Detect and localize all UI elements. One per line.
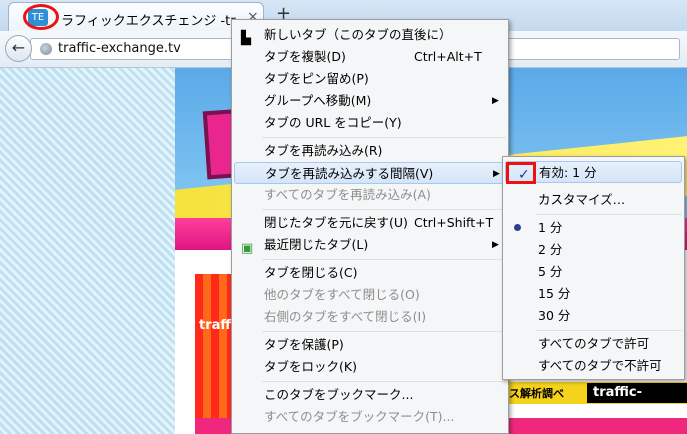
menu-item-bookmark-tab[interactable]: このタブをブックマーク... bbox=[234, 384, 506, 406]
menu-item-close-other-tabs[interactable]: 他のタブをすべて閉じる(O) bbox=[234, 284, 506, 306]
submenu-arrow-icon: ▶ bbox=[493, 169, 500, 179]
radio-selected-icon bbox=[514, 224, 521, 231]
menu-item-label: タブの URL をコピー(Y) bbox=[264, 115, 402, 130]
menu-item-label: すべてのタブをブックマーク(T)... bbox=[264, 409, 455, 424]
menu-item-undo-close-tab[interactable]: 閉じたタブを元に戻す(U) Ctrl+Shift+T bbox=[234, 212, 506, 234]
submenu-item-label: 1 分 bbox=[538, 220, 563, 235]
menu-item-label: タブを保護(P) bbox=[264, 337, 344, 352]
menu-item-shortcut: Ctrl+Alt+T bbox=[414, 49, 482, 64]
favicon-highlight-circle bbox=[23, 4, 59, 30]
tab-context-menu: ▙ 新しいタブ（このタブの直後に） タブを複製(D) Ctrl+Alt+T タブ… bbox=[231, 19, 509, 434]
checkmark-icon: ✓ bbox=[518, 167, 530, 183]
submenu-arrow-icon: ▶ bbox=[492, 240, 499, 250]
menu-item-label: このタブをブックマーク... bbox=[264, 387, 414, 402]
menu-item-reload-all-tabs[interactable]: すべてのタブを再読み込み(A) bbox=[234, 184, 506, 206]
menu-item-move-to-group[interactable]: グループへ移動(M) ▶ bbox=[234, 90, 506, 112]
submenu-item-label: すべてのタブで不許可 bbox=[538, 358, 662, 373]
browser-tab[interactable]: TE ラフィックエクスチェンジ -tr... × bbox=[8, 2, 264, 31]
url-text[interactable]: traffic-exchange.tv bbox=[58, 41, 181, 56]
submenu-item-label: 2 分 bbox=[538, 242, 563, 257]
submenu-item-label: 15 分 bbox=[538, 286, 571, 301]
submenu-item-customize[interactable]: カスタマイズ… bbox=[505, 189, 682, 211]
menu-item-close-right-tabs[interactable]: 右側のタブをすべて閉じる(I) bbox=[234, 306, 506, 328]
tab-title: ラフィックエクスチェンジ -tr... bbox=[61, 14, 241, 29]
submenu-item-label: 有効: 1 分 bbox=[539, 165, 597, 180]
menu-item-label: タブをロック(K) bbox=[264, 359, 357, 374]
submenu-item-30-min[interactable]: 30 分 bbox=[505, 305, 682, 327]
menu-item-label: 最近閉じたタブ(L) bbox=[264, 237, 369, 252]
menu-item-label: すべてのタブを再読み込み(A) bbox=[264, 187, 431, 202]
menu-item-protect-tab[interactable]: タブを保護(P) bbox=[234, 334, 506, 356]
menu-item-label: タブを複製(D) bbox=[264, 49, 346, 64]
menu-item-label: タブを再読み込み(R) bbox=[264, 143, 383, 158]
submenu-item-deny-all[interactable]: すべてのタブで不許可 bbox=[505, 355, 682, 377]
menu-separator bbox=[262, 381, 506, 382]
submenu-item-5-min[interactable]: 5 分 bbox=[505, 261, 682, 283]
submenu-item-label: 5 分 bbox=[538, 264, 563, 279]
menu-item-reload-interval[interactable]: タブを再読み込みする間隔(V) ▶ bbox=[234, 162, 506, 184]
menu-item-new-tab[interactable]: ▙ 新しいタブ（このタブの直後に） bbox=[234, 24, 506, 46]
submenu-item-label: すべてのタブで許可 bbox=[538, 336, 650, 351]
menu-item-close-tab[interactable]: タブを閉じる(C) bbox=[234, 262, 506, 284]
submenu-separator bbox=[536, 330, 682, 331]
recent-closed-icon: ▣ bbox=[241, 241, 254, 256]
menu-item-duplicate-tab[interactable]: タブを複製(D) Ctrl+Alt+T bbox=[234, 46, 506, 68]
menu-separator bbox=[262, 331, 506, 332]
submenu-item-enabled[interactable]: ✓ 有効: 1 分 bbox=[505, 161, 682, 184]
menu-item-label: タブを再読み込みする間隔(V) bbox=[265, 166, 434, 181]
submenu-item-1-min[interactable]: 1 分 bbox=[505, 217, 682, 239]
analysis-bar: ス解析調べ traffic-exchang bbox=[505, 382, 687, 420]
menu-item-shortcut: Ctrl+Shift+T bbox=[414, 215, 494, 230]
submenu-item-15-min[interactable]: 15 分 bbox=[505, 283, 682, 305]
menu-item-label: 他のタブをすべて閉じる(O) bbox=[264, 287, 420, 302]
menu-item-label: 閉じたタブを元に戻す(U) bbox=[264, 215, 408, 230]
menu-item-label: 新しいタブ（このタブの直後に） bbox=[264, 27, 452, 42]
menu-item-copy-url[interactable]: タブの URL をコピー(Y) bbox=[234, 112, 506, 134]
analysis-label: ス解析調べ bbox=[509, 387, 564, 400]
menu-item-lock-tab[interactable]: タブをロック(K) bbox=[234, 356, 506, 378]
submenu-separator bbox=[536, 214, 682, 215]
menu-item-label: タブをピン留め(P) bbox=[264, 71, 369, 86]
menu-item-label: タブを閉じる(C) bbox=[264, 265, 358, 280]
exchange-link[interactable]: traffic-exchang bbox=[587, 383, 687, 420]
submenu-item-label: カスタマイズ… bbox=[538, 192, 626, 207]
back-button[interactable]: ← bbox=[5, 35, 32, 62]
menu-item-label: 右側のタブをすべて閉じる(I) bbox=[264, 309, 427, 324]
submenu-arrow-icon: ▶ bbox=[492, 96, 499, 106]
menu-item-label: グループへ移動(M) bbox=[264, 93, 372, 108]
menu-separator bbox=[262, 209, 506, 210]
menu-separator bbox=[262, 259, 506, 260]
check-highlight-box: ✓ bbox=[506, 162, 536, 184]
submenu-item-allow-all[interactable]: すべてのタブで許可 bbox=[505, 333, 682, 355]
submenu-item-2-min[interactable]: 2 分 bbox=[505, 239, 682, 261]
menu-separator bbox=[262, 137, 506, 138]
menu-item-pin-tab[interactable]: タブをピン留め(P) bbox=[234, 68, 506, 90]
globe-icon bbox=[40, 43, 52, 55]
menu-item-recently-closed[interactable]: ▣ 最近閉じたタブ(L) ▶ bbox=[234, 234, 506, 256]
menu-item-bookmark-all-tabs[interactable]: すべてのタブをブックマーク(T)... bbox=[234, 406, 506, 428]
submenu-item-label: 30 分 bbox=[538, 308, 571, 323]
menu-item-reload-tab[interactable]: タブを再読み込み(R) bbox=[234, 140, 506, 162]
reload-interval-submenu: ✓ 有効: 1 分 カスタマイズ… 1 分 2 分 5 分 15 分 30 分 … bbox=[502, 156, 685, 380]
